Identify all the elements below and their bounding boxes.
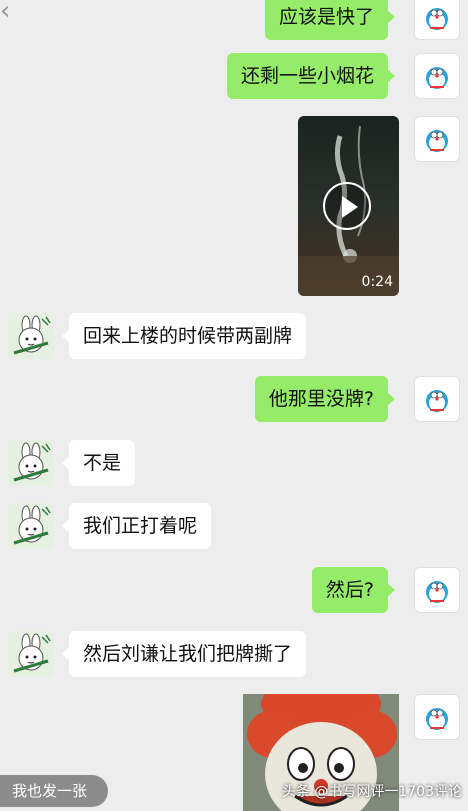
doraemon-avatar[interactable] [414, 116, 460, 162]
doraemon-avatar[interactable] [414, 567, 460, 613]
message-bubble-sent[interactable]: 然后? [311, 567, 396, 613]
back-chevron-icon[interactable]: ‹ [0, 0, 22, 30]
doraemon-avatar[interactable] [414, 53, 460, 99]
play-button[interactable] [323, 182, 371, 230]
message-bubble-received[interactable]: 不是 [61, 440, 136, 486]
caption-overlay: 我也发一张 [0, 775, 108, 807]
rabbit-sticker-avatar[interactable] [8, 503, 54, 549]
message-bubble-received[interactable]: 回来上楼的时候带两副牌 [61, 313, 307, 359]
rabbit-sticker-avatar[interactable] [8, 440, 54, 486]
rabbit-sticker-avatar[interactable] [8, 313, 54, 359]
rabbit-sticker-avatar[interactable] [8, 631, 54, 677]
doraemon-avatar[interactable] [414, 376, 460, 422]
message-bubble-sent[interactable]: 应该是快了 [264, 0, 396, 40]
doraemon-avatar[interactable] [414, 694, 460, 740]
video-message[interactable]: 0:24 [298, 116, 399, 296]
message-bubble-sent[interactable]: 还剩一些小烟花 [226, 53, 396, 99]
message-bubble-received[interactable]: 我们正打着呢 [61, 503, 212, 549]
message-bubble-sent[interactable]: 他那里没牌? [254, 376, 396, 422]
message-bubble-received[interactable]: 然后刘谦让我们把牌撕了 [61, 631, 307, 677]
doraemon-avatar[interactable] [414, 0, 460, 40]
video-duration: 0:24 [361, 274, 393, 290]
watermark-text: 头条 @书写网评一1703评论 [281, 784, 462, 800]
